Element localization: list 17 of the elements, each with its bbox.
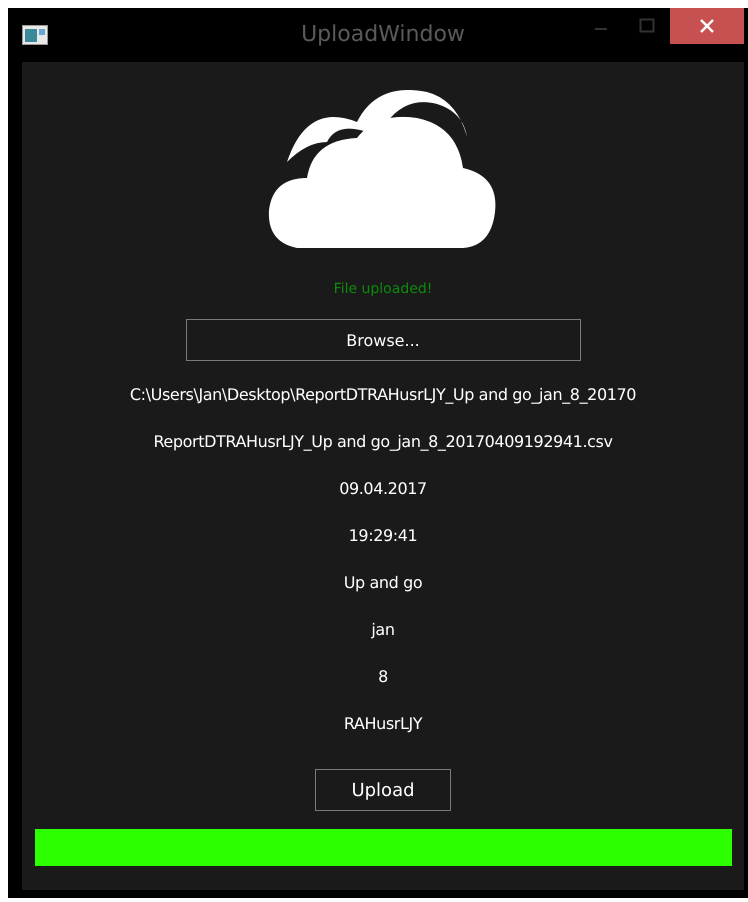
info-text: RAHusrLJY	[344, 713, 422, 735]
minimize-icon	[595, 28, 607, 30]
info-text: 8	[378, 666, 388, 688]
file-date: 09.04.2017	[339, 478, 427, 500]
file-path: C:\Users\Jan\Desktop\ReportDTRAHusrLJY_Up and go_jan_8_20170	[130, 384, 636, 406]
close-icon	[699, 18, 715, 34]
file-time: 19:29:41	[348, 525, 418, 547]
info-text: jan	[371, 619, 395, 641]
file-name: ReportDTRAHusrLJY_Up and go_jan_8_20170409192941.csv	[153, 431, 613, 453]
status-message: File uploaded!	[334, 281, 432, 299]
upload-button[interactable]: Upload	[315, 769, 451, 811]
window-title: UploadWindow	[301, 22, 465, 47]
maximize-icon	[639, 18, 655, 34]
browse-button[interactable]: Browse...	[186, 319, 580, 361]
close-button[interactable]	[670, 8, 744, 44]
info-text: Up and go	[344, 572, 422, 594]
app-icon	[22, 25, 48, 45]
